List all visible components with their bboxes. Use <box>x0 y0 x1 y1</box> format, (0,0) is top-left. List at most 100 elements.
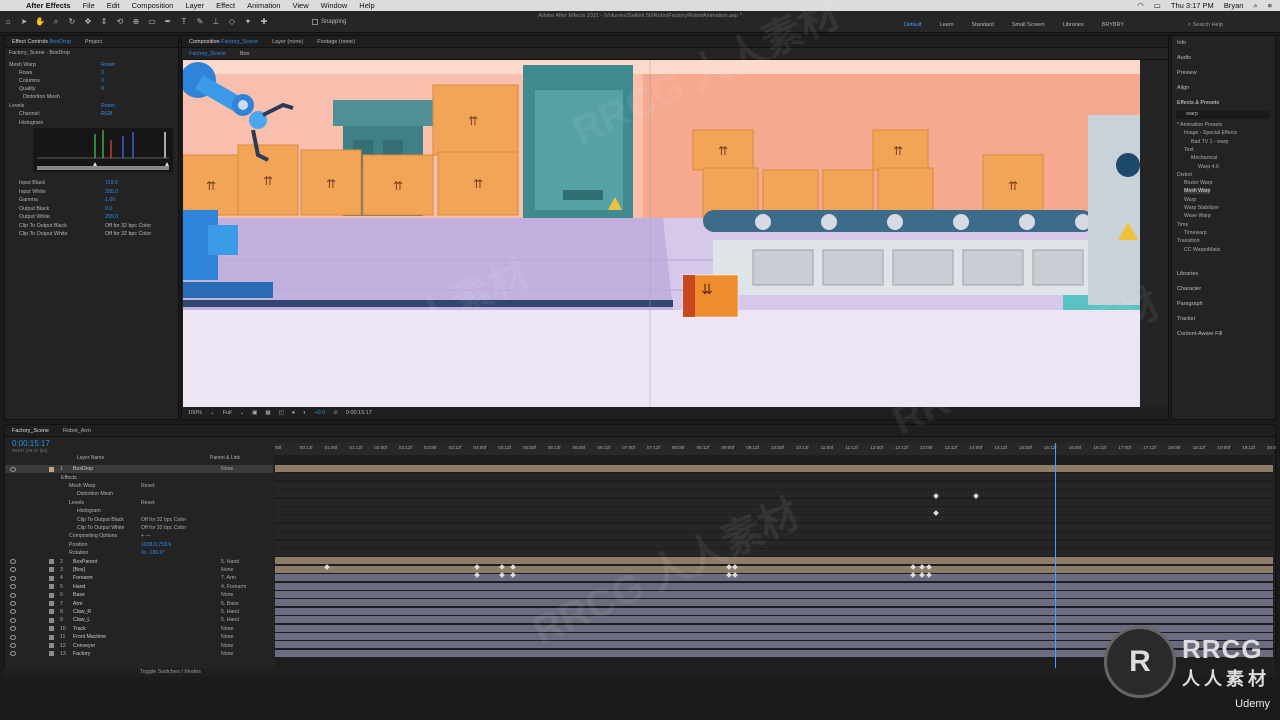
layer-row[interactable]: 11 Front Machine None <box>5 633 273 641</box>
layer-row[interactable]: 7 Arm 6. Base <box>5 599 273 607</box>
layer-name[interactable]: [Box] <box>73 567 85 573</box>
property-row[interactable]: Distortion Mesh <box>5 490 273 498</box>
timeline-timecode[interactable]: 0:00:15:17 <box>12 439 50 448</box>
panel-audio[interactable]: Audio <box>1177 55 1191 61</box>
snapshot-icon[interactable]: ⊙ <box>333 410 338 416</box>
rotate-tool-icon[interactable]: ⟲ <box>114 16 126 28</box>
effect-row-value[interactable]: 3 <box>101 78 104 84</box>
effect-row[interactable]: Gamma 1.00 <box>19 196 179 204</box>
property-value[interactable]: + — <box>141 533 151 539</box>
property-row[interactable]: Effects <box>5 473 273 481</box>
eye-icon[interactable] <box>10 601 16 607</box>
effects-tree-item[interactable]: Wave Warp <box>1184 213 1211 219</box>
eraser-tool-icon[interactable]: ◇ <box>226 16 238 28</box>
panel-paragraph[interactable]: Paragraph <box>1177 301 1203 307</box>
effects-search-input[interactable]: warp <box>1176 111 1270 119</box>
layer-label-color[interactable] <box>49 643 54 649</box>
effect-row[interactable]: Quality 8 <box>19 85 179 93</box>
puppet-tool-icon[interactable]: ✚ <box>258 16 270 28</box>
property-row[interactable]: Clip To Output White Off for 32 bpc Color <box>5 524 273 532</box>
layer-duration-bar[interactable] <box>275 490 1273 498</box>
layer-duration-bar[interactable] <box>275 473 1273 481</box>
tab-factory-scene[interactable]: Factory_Scene <box>5 428 56 434</box>
menu-edit[interactable]: Edit <box>101 1 126 10</box>
effect-row[interactable]: Levels Reset <box>9 102 169 110</box>
effect-row-value[interactable]: RGB <box>101 111 112 117</box>
eye-icon[interactable] <box>10 626 16 632</box>
zoom-dropdown[interactable]: 100% <box>188 410 202 416</box>
effect-row[interactable]: Rows 3 <box>19 69 179 77</box>
workspace-standard[interactable]: Standard <box>963 22 1003 28</box>
tab-project[interactable]: Project <box>78 39 109 45</box>
layer-parent[interactable]: None <box>221 626 233 632</box>
dolly-tool-icon[interactable]: ⇕ <box>98 16 110 28</box>
clock[interactable]: Thu 3:17 PM <box>1171 1 1214 10</box>
layer-label-color[interactable] <box>49 626 54 632</box>
menu-animation[interactable]: Animation <box>241 1 286 10</box>
workspace-brybry[interactable]: BRYBRY <box>1093 22 1133 28</box>
effect-row[interactable]: Clip To Output White Off for 32 bpc Color <box>19 230 179 238</box>
layer-parent[interactable]: None <box>221 634 233 640</box>
effects-tree-item[interactable]: Text <box>1184 147 1194 153</box>
layer-row[interactable]: 1 BoxDrop None <box>5 465 273 474</box>
pan-tool-icon[interactable]: ✥ <box>82 16 94 28</box>
layer-duration-bar[interactable] <box>275 591 1273 598</box>
layer-parent[interactable]: None <box>221 643 233 649</box>
effects-tree-item[interactable]: Mechanical <box>1191 155 1217 161</box>
layer-label-color[interactable] <box>49 466 54 472</box>
layer-parent[interactable]: 6. Base <box>221 601 239 607</box>
layer-duration-bar[interactable] <box>275 607 1273 615</box>
layer-duration-bar[interactable] <box>275 507 1273 514</box>
resolution-dropdown[interactable]: Full <box>223 410 232 416</box>
tab-layer[interactable]: Layer (none) <box>265 39 310 45</box>
menu-app[interactable]: After Effects <box>20 1 77 10</box>
effect-row-value[interactable]: 255.0 <box>105 214 118 220</box>
effects-tree-item[interactable]: Bad TV 1 - warp <box>1191 139 1228 145</box>
layer-label-color[interactable] <box>49 559 54 565</box>
property-row[interactable]: Histogram <box>5 507 273 515</box>
effect-row-value[interactable]: 119.0 <box>105 180 118 186</box>
workspace-small-screen[interactable]: Small Screen <box>1003 22 1054 28</box>
user-name[interactable]: Bryan <box>1224 1 1244 10</box>
layer-duration-bar[interactable] <box>275 599 1273 607</box>
layer-parent[interactable]: 4. Forearm <box>221 584 246 590</box>
layer-name[interactable]: Front Machine <box>73 634 106 640</box>
rectangle-tool-icon[interactable]: ▭ <box>146 16 158 28</box>
eye-icon[interactable] <box>10 575 16 581</box>
layer-parent[interactable]: 5. Hand <box>221 617 239 623</box>
property-row[interactable]: Clip To Output Black Off for 32 bpc Color <box>5 515 273 523</box>
effect-row[interactable]: Output Black 0.0 <box>19 205 179 213</box>
eye-icon[interactable] <box>10 559 16 565</box>
menu-file[interactable]: File <box>77 1 101 10</box>
menu-effect[interactable]: Effect <box>210 1 241 10</box>
panel-content-aware-fill[interactable]: Content-Aware Fill <box>1177 331 1222 337</box>
layer-duration-bar[interactable] <box>275 465 1273 472</box>
exposure-value[interactable]: +0.0 <box>314 410 325 416</box>
pan-behind-icon[interactable]: ⊕ <box>130 16 142 28</box>
panel-libraries[interactable]: Libraries <box>1177 271 1198 277</box>
property-value[interactable]: 0x -180.0° <box>141 550 165 556</box>
workspace-default[interactable]: Default <box>895 22 930 28</box>
viewer-timecode[interactable]: 0:00:15:17 <box>346 410 372 416</box>
roto-tool-icon[interactable]: ✦ <box>242 16 254 28</box>
tab-footage[interactable]: Footage (none) <box>310 39 362 45</box>
effect-row-value[interactable]: 255.0 <box>105 189 118 195</box>
effect-row-value[interactable]: Off for 32 bpc Color <box>105 231 151 237</box>
orbit-tool-icon[interactable]: ↻ <box>66 16 78 28</box>
layer-duration-bar[interactable] <box>275 582 1273 590</box>
clone-tool-icon[interactable]: ⊥ <box>210 16 222 28</box>
effect-row-value[interactable]: 3 <box>101 70 104 76</box>
selection-tool-icon[interactable]: ➤ <box>18 16 30 28</box>
spotlight-icon[interactable]: ⌕ <box>1253 1 1257 11</box>
effect-row-value[interactable]: 1.00 <box>105 197 115 203</box>
tab-composition[interactable]: Composition Factory_Scene <box>182 39 265 45</box>
color-channels-icon[interactable]: ● <box>292 410 295 416</box>
layer-parent[interactable]: None <box>221 651 233 657</box>
effect-row[interactable]: Input Black 119.0 <box>19 179 179 187</box>
layer-row[interactable]: 3 [Box] None <box>5 566 273 574</box>
effect-row-value[interactable]: Off for 32 bpc Color <box>105 223 151 229</box>
eye-icon[interactable] <box>10 567 16 573</box>
workspace-learn[interactable]: Learn <box>930 22 962 28</box>
toggle-switches-modes[interactable]: Toggle Switches / Modes <box>140 669 201 675</box>
layer-label-color[interactable] <box>49 651 54 657</box>
